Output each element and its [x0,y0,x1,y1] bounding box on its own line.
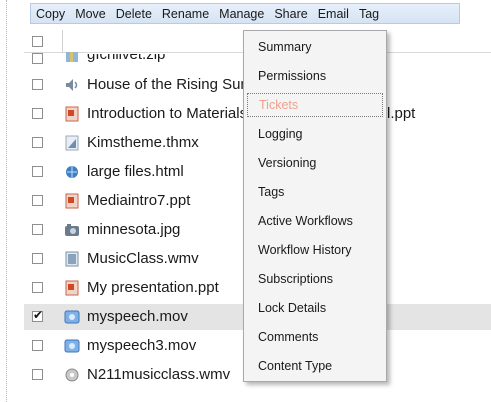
menu-item-versioning[interactable]: Versioning [247,151,383,175]
menu-item-workflow-history[interactable]: Workflow History [247,238,383,262]
menu-item-active-workflows[interactable]: Active Workflows [247,209,383,233]
column-divider [62,30,63,52]
menu-item-subscriptions[interactable]: Subscriptions [247,267,383,291]
row-checkbox[interactable] [32,340,43,351]
file-name[interactable]: minnesota.jpg [87,221,180,238]
menu-item-comments[interactable]: Comments [247,325,383,349]
delete-button[interactable]: Delete [111,7,157,21]
movie-icon [64,310,80,324]
share-button[interactable]: Share [269,7,312,21]
row-checkbox[interactable] [32,224,43,235]
row-checkbox[interactable] [32,253,43,264]
file-name[interactable]: N211musicclass.wmv [87,366,230,383]
tag-button[interactable]: Tag [354,7,384,21]
menu-item-logging[interactable]: Logging [247,122,383,146]
powerpoint-icon [65,106,79,122]
file-name[interactable]: large files.html [87,163,184,180]
menu-item-permissions[interactable]: Permissions [247,64,383,88]
row-checkbox[interactable] [32,108,43,119]
row-checkbox[interactable] [32,79,43,90]
file-name[interactable]: MusicClass.wmv [87,250,199,267]
row-checkbox[interactable] [32,282,43,293]
file-name[interactable]: myspeech3.mov [87,337,196,354]
menu-item-content-type[interactable]: Content Type [247,354,383,378]
menu-item-tickets[interactable]: Tickets [247,93,383,117]
row-checkbox[interactable] [32,369,43,380]
row-checkbox[interactable] [32,195,43,206]
rename-button[interactable]: Rename [157,7,214,21]
video-icon [65,368,79,382]
powerpoint-icon [65,193,79,209]
row-checkbox-checked[interactable] [32,308,43,322]
list-bottom-edge [24,392,491,402]
video-icon [65,251,79,267]
movie-icon [64,339,80,353]
menu-item-lock-details[interactable]: Lock Details [247,296,383,320]
left-gutter [0,0,7,402]
row-checkbox[interactable] [32,137,43,148]
html-icon [66,166,78,178]
file-name[interactable]: Mediaintro7.ppt [87,192,190,209]
theme-icon [65,135,79,151]
manage-button[interactable]: Manage [214,7,269,21]
copy-button[interactable]: Copy [31,7,70,21]
file-name-overflow: l.ppt [387,105,416,122]
zip-icon [66,52,78,62]
file-name[interactable]: My presentation.ppt [87,279,219,296]
row-checkbox[interactable] [32,53,43,64]
menu-item-tags[interactable]: Tags [247,180,383,204]
file-name[interactable]: myspeech.mov [87,308,188,325]
move-button[interactable]: Move [70,7,111,21]
file-name[interactable]: gIchiivet.zip [87,54,165,63]
row-checkbox[interactable] [32,166,43,177]
manage-menu: Summary Permissions Tickets Logging Vers… [243,30,387,382]
image-icon [65,224,79,236]
email-button[interactable]: Email [313,7,354,21]
action-toolbar: Copy Move Delete Rename Manage Share Ema… [30,3,460,24]
audio-icon [66,79,78,91]
powerpoint-icon [65,280,79,296]
select-all-checkbox[interactable] [32,36,43,47]
file-name[interactable]: Kimstheme.thmx [87,134,199,151]
menu-item-summary[interactable]: Summary [247,35,383,59]
